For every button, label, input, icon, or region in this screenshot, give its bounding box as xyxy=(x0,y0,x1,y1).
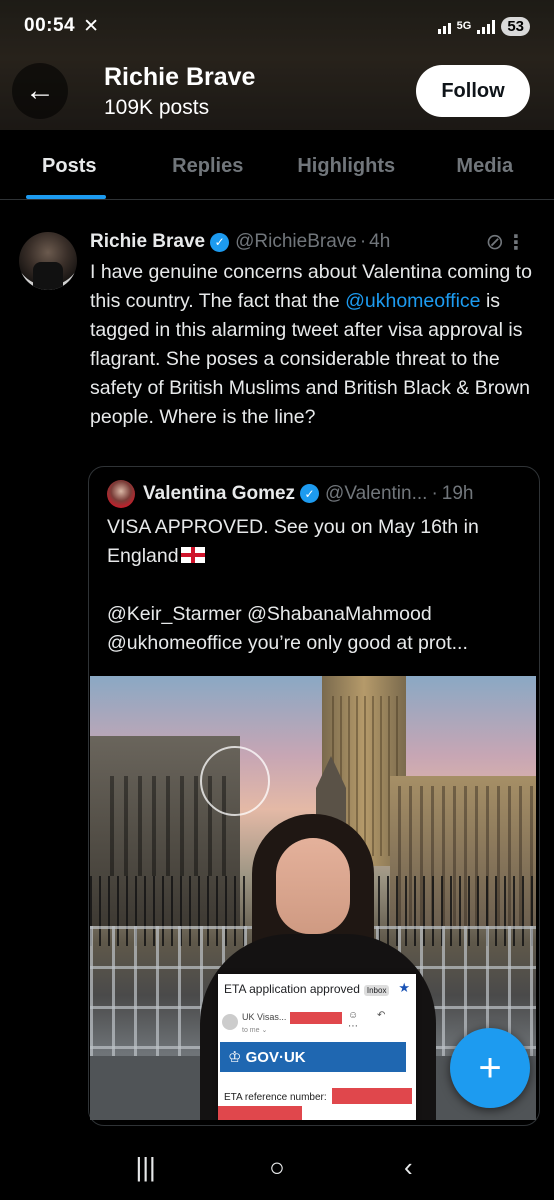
eta-sender: UK Visas... xyxy=(242,1012,287,1022)
eta-to: to me ⌄ xyxy=(242,1027,268,1034)
quoted-line-2: @Keir_Starmer @ShabanaMahmood @ukhomeoff… xyxy=(107,603,468,654)
quoted-author-name: Valentina Gomez xyxy=(143,482,296,504)
govuk-banner: ♔ GOV·UK xyxy=(220,1042,406,1072)
tab-posts[interactable]: Posts xyxy=(0,140,139,199)
eta-inbox-label: Inbox xyxy=(363,985,390,996)
status-bar: 00:54 ✕ 5G 53 xyxy=(0,0,554,52)
compose-button[interactable]: + xyxy=(450,1028,530,1108)
tab-replies[interactable]: Replies xyxy=(139,140,278,199)
tab-media[interactable]: Media xyxy=(416,140,554,199)
separator-dot: · xyxy=(359,231,367,252)
profile-tabs: Posts Replies Highlights Media xyxy=(0,140,554,200)
eta-title-text: ETA application approved xyxy=(224,982,360,996)
redaction xyxy=(332,1088,412,1104)
recent-apps-icon[interactable]: ||| xyxy=(116,1152,176,1183)
eta-actions: ☺ ↶ ⋯ xyxy=(348,1010,394,1032)
avatar[interactable] xyxy=(19,232,77,290)
cell-signal-icon xyxy=(477,18,496,34)
redaction xyxy=(218,1106,302,1120)
wifi-signal-icon xyxy=(437,18,451,34)
status-indicators: 5G 53 xyxy=(437,16,530,36)
system-nav-bar: ||| ○ ‹ xyxy=(0,1134,554,1200)
more-options-icon[interactable]: ⋮ xyxy=(506,230,526,255)
england-flag-icon xyxy=(180,547,205,563)
quoted-tweet-time: 19h xyxy=(441,482,474,504)
ferris-wheel xyxy=(200,746,270,816)
network-label: 5G xyxy=(456,20,472,32)
tweet-body: Richie Brave ✓ @RichieBrave · 4h ⊘ ⋮ I h… xyxy=(90,228,540,432)
grok-icon[interactable]: ⊘ xyxy=(486,229,504,255)
tweet-author-name[interactable]: Richie Brave xyxy=(90,231,205,253)
mention-link[interactable]: @ukhomeoffice xyxy=(345,290,480,312)
status-time: 00:54 xyxy=(24,15,76,36)
eta-email-card: ETA application approved Inbox ★ UK Visas… xyxy=(218,974,416,1120)
quoted-author-handle: @Valentin... xyxy=(325,482,428,504)
back-nav-icon[interactable]: ‹ xyxy=(378,1152,438,1183)
redaction xyxy=(290,1012,342,1024)
x-logo-icon: ✕ xyxy=(83,15,100,37)
profile-header: ← Richie Brave 109K posts Follow xyxy=(0,52,554,130)
quoted-tweet-header: Valentina Gomez ✓ @Valentin... · 19h xyxy=(89,467,539,508)
battery-indicator: 53 xyxy=(501,16,530,36)
arrow-left-icon: ← xyxy=(25,74,55,107)
tweet-author-handle[interactable]: @RichieBrave xyxy=(235,231,357,253)
quoted-avatar xyxy=(107,479,135,508)
tab-highlights[interactable]: Highlights xyxy=(277,140,416,199)
quoted-line-1-text: VISA APPROVED. See you on May 16th in En… xyxy=(107,516,479,567)
follow-button[interactable]: Follow xyxy=(416,65,530,117)
verified-badge-icon: ✓ xyxy=(300,484,320,503)
quoted-line-1: VISA APPROVED. See you on May 16th in En… xyxy=(107,513,521,571)
separator-dot: · xyxy=(431,482,438,504)
eta-reference-label: ETA reference number: xyxy=(224,1092,327,1103)
sender-avatar xyxy=(222,1014,238,1030)
tweet-time: 4h xyxy=(369,231,391,252)
profile-info: Richie Brave 109K posts xyxy=(104,63,255,120)
profile-post-count: 109K posts xyxy=(104,95,210,119)
person-face xyxy=(276,838,350,934)
plus-icon: + xyxy=(478,1045,502,1090)
quoted-tweet-text: VISA APPROVED. See you on May 16th in En… xyxy=(89,507,539,658)
star-icon: ★ xyxy=(398,980,410,995)
tweet-header: Richie Brave ✓ @RichieBrave · 4h ⊘ xyxy=(90,228,540,256)
eta-title: ETA application approved Inbox xyxy=(224,982,390,996)
home-icon[interactable]: ○ xyxy=(247,1152,307,1183)
verified-badge-icon: ✓ xyxy=(210,232,230,252)
tweet-text: I have genuine concerns about Valentina … xyxy=(90,258,540,432)
back-button[interactable]: ← xyxy=(12,63,68,119)
profile-name: Richie Brave xyxy=(104,62,256,91)
